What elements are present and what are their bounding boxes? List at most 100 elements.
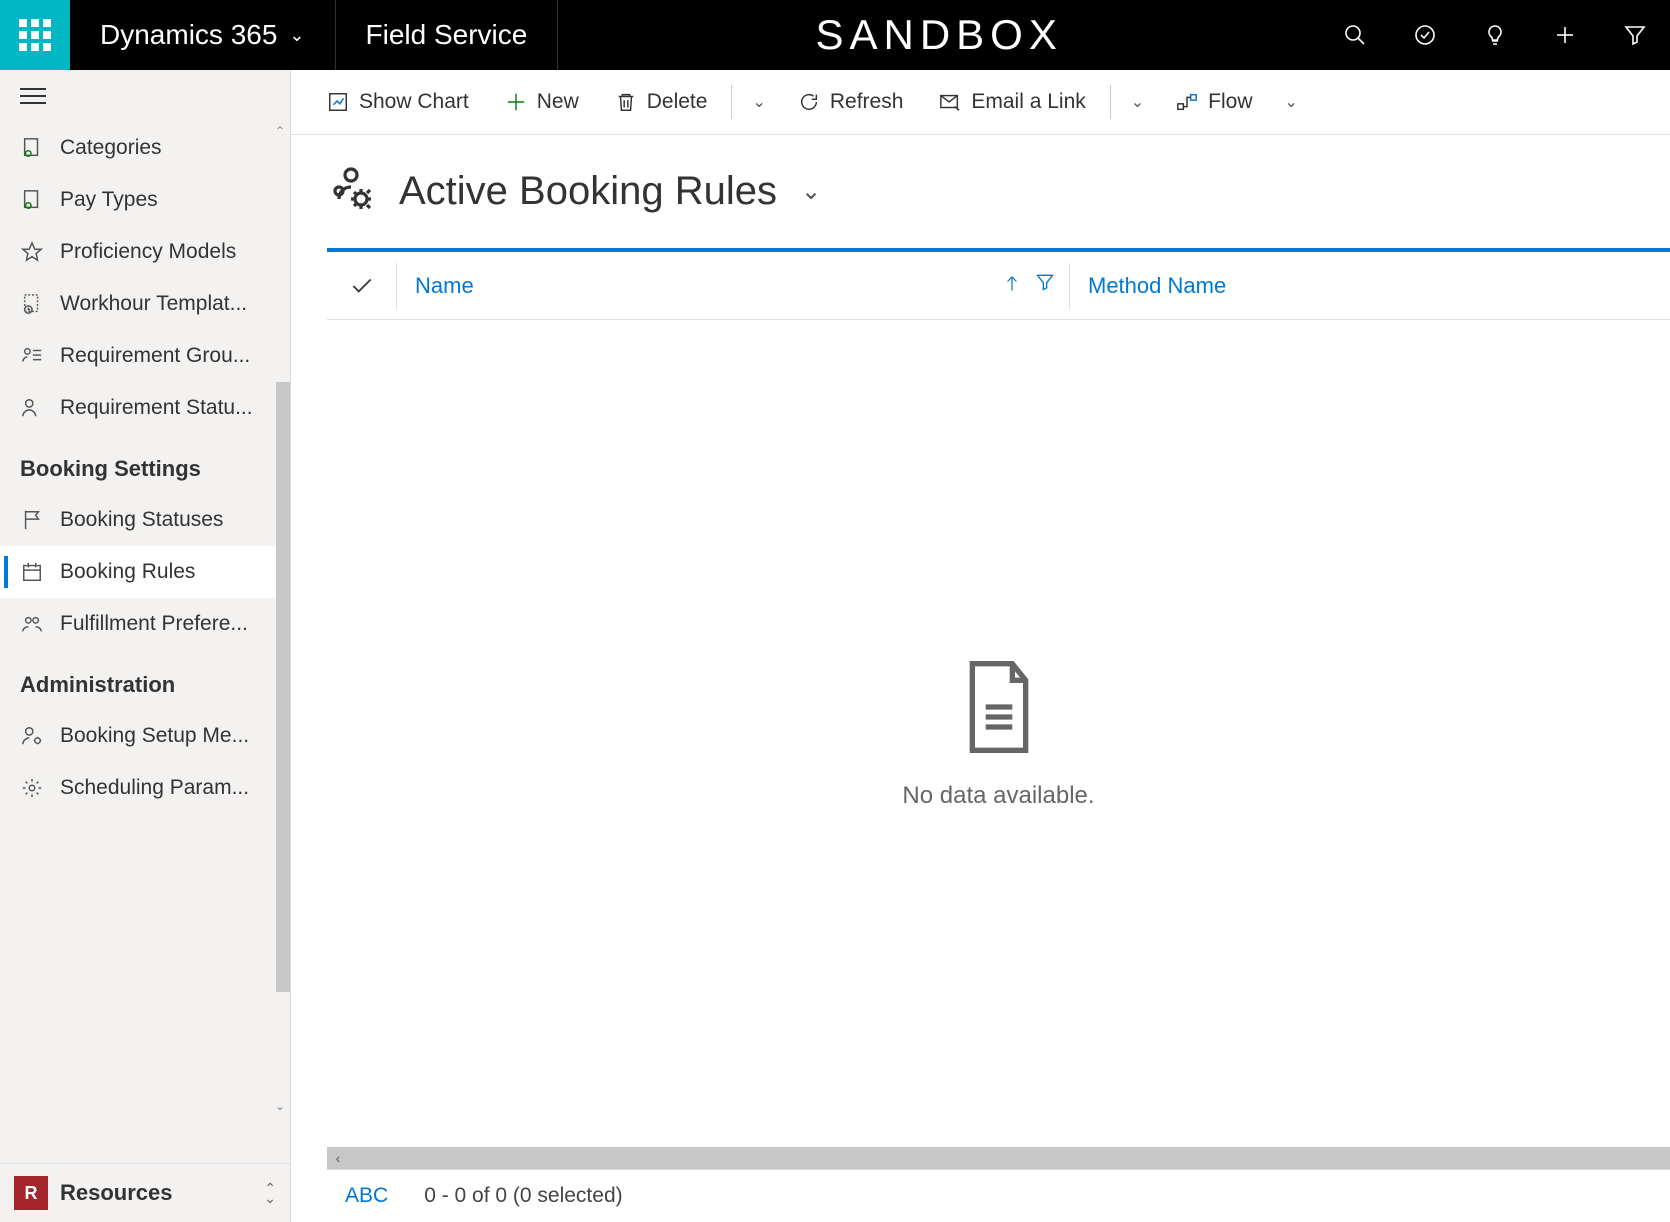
delete-button[interactable]: Delete: [599, 84, 724, 120]
chevron-down-icon: ⌄: [289, 25, 304, 46]
show-chart-button[interactable]: Show Chart: [311, 84, 485, 120]
view-selector-dropdown[interactable]: ⌄: [801, 177, 821, 206]
plus-icon: [1553, 23, 1577, 47]
empty-document-icon: [959, 657, 1039, 762]
scroll-left-icon: ‹: [327, 1150, 349, 1166]
environment-name: SANDBOX: [558, 0, 1320, 70]
alpha-filter[interactable]: ABC: [345, 1184, 388, 1208]
sidebar-item-workhour[interactable]: Workhour Templat...: [0, 278, 290, 330]
cmd-label: Refresh: [830, 90, 904, 114]
filter-icon[interactable]: [1035, 272, 1055, 300]
nav-label: Fulfillment Prefere...: [60, 612, 248, 636]
email-icon: [939, 91, 961, 113]
cmd-label: Flow: [1208, 90, 1252, 114]
cmd-label: Show Chart: [359, 90, 469, 114]
filter-button[interactable]: [1600, 0, 1670, 70]
people-icon: [20, 612, 44, 636]
grid-body: No data available.: [327, 320, 1670, 1147]
sidebar-item-booking-rules[interactable]: Booking Rules: [0, 546, 290, 598]
horizontal-scrollbar[interactable]: ‹: [327, 1147, 1670, 1169]
environment-label: SANDBOX: [815, 11, 1062, 59]
sidebar-item-fulfillment[interactable]: Fulfillment Prefere...: [0, 598, 290, 650]
sort-asc-icon[interactable]: [1003, 272, 1021, 300]
lightbulb-icon: [1483, 23, 1507, 47]
header-actions: [1320, 0, 1670, 70]
sidebar-item-booking-setup[interactable]: Booking Setup Me...: [0, 710, 290, 762]
chart-icon: [327, 91, 349, 113]
view-header: Active Booking Rules ⌄: [291, 135, 1670, 248]
task-button[interactable]: [1390, 0, 1460, 70]
nav-label: Proficiency Models: [60, 240, 236, 264]
col-label: Method Name: [1088, 273, 1226, 298]
email-link-button[interactable]: Email a Link: [923, 84, 1101, 120]
sidebar-nav: ⌃ Categories Pay Types Proficiency Model…: [0, 122, 290, 1163]
scroll-down-icon[interactable]: ⌄: [272, 1097, 288, 1115]
waffle-icon: [19, 19, 51, 51]
nav-label: Booking Rules: [60, 560, 195, 584]
search-button[interactable]: [1320, 0, 1390, 70]
main-content: Show Chart New Delete ⌄ Refresh Email a …: [290, 70, 1670, 1222]
area-badge: R: [14, 1176, 48, 1210]
nav-label: Scheduling Param...: [60, 776, 249, 800]
sidebar-item-proficiency[interactable]: Proficiency Models: [0, 226, 290, 278]
plus-icon: [505, 91, 527, 113]
flow-dropdown[interactable]: ⌄: [1273, 86, 1310, 118]
gear-icon: [20, 776, 44, 800]
sidebar-item-booking-statuses[interactable]: Booking Statuses: [0, 494, 290, 546]
star-icon: [20, 240, 44, 264]
person-icon: [20, 396, 44, 420]
add-button[interactable]: [1530, 0, 1600, 70]
updown-icon: ⌃⌄: [264, 1183, 276, 1203]
app-launcher-button[interactable]: [0, 0, 70, 70]
sidebar-item-req-groups[interactable]: Requirement Grou...: [0, 330, 290, 382]
sidebar-item-req-status[interactable]: Requirement Statu...: [0, 382, 290, 434]
funnel-icon: [1623, 23, 1647, 47]
sidebar-toggle[interactable]: [0, 70, 290, 122]
document-person-icon: [20, 136, 44, 160]
select-all-checkbox[interactable]: [327, 263, 397, 309]
document-clock-icon: [20, 292, 44, 316]
module-name[interactable]: Field Service: [336, 0, 559, 70]
checkmark-icon: [349, 273, 375, 299]
separator: [1110, 85, 1111, 119]
command-bar: Show Chart New Delete ⌄ Refresh Email a …: [291, 70, 1670, 135]
view-title: Active Booking Rules: [399, 169, 777, 214]
refresh-icon: [798, 91, 820, 113]
app-name-label: Dynamics 365: [100, 19, 277, 51]
sidebar-item-pay-types[interactable]: Pay Types: [0, 174, 290, 226]
area-label: Resources: [60, 1180, 252, 1206]
email-dropdown[interactable]: ⌄: [1119, 86, 1156, 118]
nav-label: Requirement Statu...: [60, 396, 253, 420]
nav-label: Categories: [60, 136, 162, 160]
search-icon: [1343, 23, 1367, 47]
help-button[interactable]: [1460, 0, 1530, 70]
refresh-button[interactable]: Refresh: [782, 84, 920, 120]
data-grid: Name Method Name No data available.: [327, 248, 1670, 1222]
module-label: Field Service: [366, 19, 528, 51]
column-header-name[interactable]: Name: [397, 263, 1070, 309]
new-button[interactable]: New: [489, 84, 595, 120]
document-person-icon: [20, 188, 44, 212]
check-circle-icon: [1413, 23, 1437, 47]
sidebar-item-scheduling-params[interactable]: Scheduling Param...: [0, 762, 290, 814]
separator: [731, 85, 732, 119]
delete-dropdown[interactable]: ⌄: [740, 86, 777, 118]
sidebar-scrollbar[interactable]: [276, 382, 290, 992]
cmd-label: Delete: [647, 90, 708, 114]
flow-button[interactable]: Flow: [1160, 84, 1268, 120]
cmd-label: New: [537, 90, 579, 114]
sidebar-item-categories[interactable]: Categories: [0, 122, 290, 174]
grid-footer: ABC 0 - 0 of 0 (0 selected): [327, 1169, 1670, 1222]
col-label: Name: [415, 273, 474, 299]
column-header-method[interactable]: Method Name: [1070, 273, 1670, 299]
trash-icon: [615, 91, 637, 113]
area-switcher[interactable]: R Resources ⌃⌄: [0, 1163, 290, 1222]
nav-label: Requirement Grou...: [60, 344, 250, 368]
grid-header-row: Name Method Name: [327, 252, 1670, 320]
app-name-dropdown[interactable]: Dynamics 365 ⌄: [70, 0, 336, 70]
sidebar: ⌃ Categories Pay Types Proficiency Model…: [0, 70, 290, 1222]
empty-message: No data available.: [902, 782, 1094, 810]
section-administration: Administration: [0, 650, 290, 710]
nav-label: Booking Statuses: [60, 508, 223, 532]
people-gear-icon: [327, 165, 375, 218]
